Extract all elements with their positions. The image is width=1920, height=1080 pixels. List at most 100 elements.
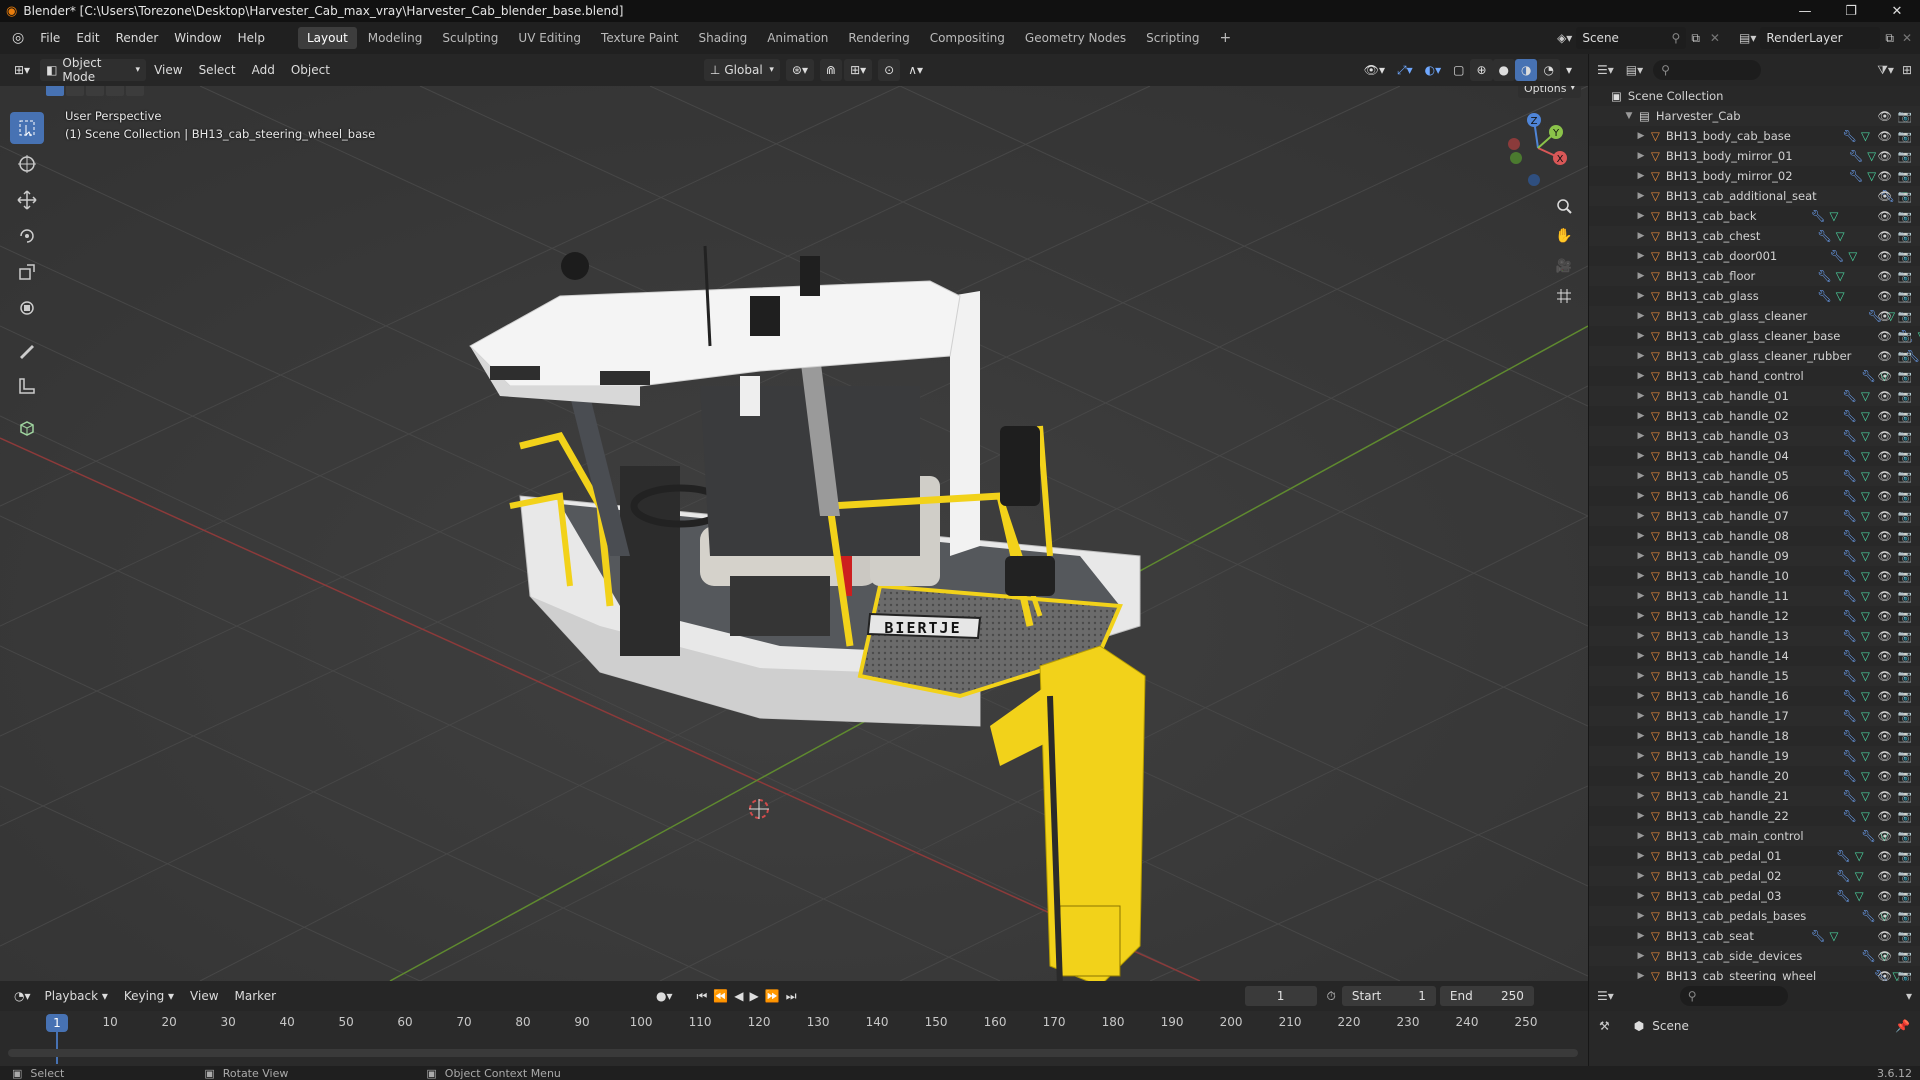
outliner-object-row[interactable]: ▶▽BH13_cab_glass_cleaner_base🔧︎▽👁📷 <box>1589 326 1920 346</box>
modifier-wrench-icon[interactable]: 🔧︎ <box>1842 529 1857 543</box>
frame-ruler[interactable]: 10 20 30 40 50 60 70 80 90 100 110 120 130 140 150 160 1… <box>0 1011 1588 1033</box>
expand-arrow-icon[interactable]: ▶ <box>1635 151 1647 161</box>
expand-arrow-icon[interactable]: ▶ <box>1635 311 1647 321</box>
properties-options-icon[interactable]: ▾ <box>1906 989 1912 1003</box>
mesh-data-icon[interactable]: ▽ <box>1861 589 1870 603</box>
expand-arrow-icon[interactable]: ▶ <box>1635 271 1647 281</box>
jump-keyframe-back-icon[interactable]: ⏪ <box>713 989 728 1003</box>
modifier-wrench-icon[interactable]: 🔧︎ <box>1817 269 1832 283</box>
properties-search-input[interactable]: ⚲ <box>1679 986 1788 1006</box>
outliner-object-row[interactable]: ▶ ▽ BH13_cab_pedal_02 🔧︎ ▽ 👁 📷 <box>1589 866 1920 886</box>
mesh-data-icon[interactable]: ▽ <box>1861 609 1870 623</box>
mesh-data-icon[interactable]: ▽ <box>1836 289 1845 303</box>
render-camera-icon[interactable]: 📷 <box>1898 349 1912 363</box>
render-camera-icon[interactable]: 📷 <box>1898 589 1912 603</box>
outliner-object-row[interactable]: ▶ ▽ BH13_cab_handle_07 🔧︎ ▽ 👁 📷 <box>1589 506 1920 526</box>
modifier-wrench-icon[interactable]: 🔧︎ <box>1811 209 1826 223</box>
tab-modeling[interactable]: Modeling <box>359 27 432 49</box>
outliner-object-row[interactable]: ▶ ▽ BH13_cab_pedal_03 🔧︎ ▽ 👁 📷 <box>1589 886 1920 906</box>
mesh-data-icon[interactable]: ▽ <box>1861 789 1870 803</box>
outliner-object-row[interactable]: ▶ ▽ BH13_cab_floor 🔧︎ ▽ 👁 📷 <box>1589 266 1920 286</box>
modifier-wrench-icon[interactable]: 🔧︎ <box>1842 649 1857 663</box>
render-camera-icon[interactable]: 📷 <box>1898 269 1912 283</box>
visibility-eye-icon[interactable]: 👁 <box>1877 429 1892 443</box>
select-box-tool-icon[interactable] <box>10 112 44 144</box>
visibility-eye-icon[interactable]: 👁 <box>1877 889 1892 903</box>
expand-arrow-icon[interactable]: ▶ <box>1635 491 1647 501</box>
expand-arrow-icon[interactable]: ▶ <box>1635 251 1647 261</box>
minimize-button[interactable]: — <box>1782 0 1828 22</box>
expand-arrow-icon[interactable]: ▶ <box>1635 551 1647 561</box>
transform-tool-icon[interactable] <box>10 292 44 324</box>
tab-scripting[interactable]: Scripting <box>1137 27 1208 49</box>
jump-end-icon[interactable]: ⏭ <box>786 989 797 1004</box>
expand-arrow-icon[interactable]: ▶ <box>1635 871 1647 881</box>
visibility-eye-icon[interactable]: 👁 <box>1877 729 1892 743</box>
menu-view[interactable]: View <box>146 54 190 86</box>
modifier-wrench-icon[interactable]: 🔧︎ <box>1842 609 1857 623</box>
select-intersect-icon[interactable] <box>126 86 144 96</box>
mesh-data-icon[interactable]: ▽ <box>1861 729 1870 743</box>
outliner-object-row[interactable]: ▶ ▽ BH13_cab_handle_16 🔧︎ ▽ 👁 📷 <box>1589 686 1920 706</box>
select-extend-icon[interactable] <box>66 86 84 96</box>
expand-arrow-icon[interactable]: ▶ <box>1635 891 1647 901</box>
jump-keyframe-forward-icon[interactable]: ⏩ <box>765 989 780 1003</box>
outliner-object-row[interactable]: ▶ ▽ BH13_cab_glass 🔧︎ ▽ 👁 📷 <box>1589 286 1920 306</box>
render-camera-icon[interactable]: 📷 <box>1898 389 1912 403</box>
pivot-point-icon[interactable]: ⊛▾ <box>785 59 814 81</box>
modifier-wrench-icon[interactable]: 🔧︎ <box>1842 489 1857 503</box>
menu-render[interactable]: Render <box>108 22 167 54</box>
mesh-data-icon[interactable]: ▽ <box>1861 629 1870 643</box>
modifier-wrench-icon[interactable]: 🔧︎ <box>1842 469 1857 483</box>
render-camera-icon[interactable]: 📷 <box>1898 829 1912 843</box>
collection-row-harvester-cab[interactable]: ▼ ▤ Harvester_Cab 👁 📷 <box>1589 106 1920 126</box>
outliner-object-row[interactable]: ▶ ▽ BH13_cab_handle_20 🔧︎ ▽ 👁 📷 <box>1589 766 1920 786</box>
menu-timeline-view[interactable]: View <box>182 980 226 1012</box>
measure-tool-icon[interactable] <box>10 370 44 402</box>
mesh-data-icon[interactable]: ▽ <box>1861 569 1870 583</box>
visibility-eye-icon[interactable]: 👁 <box>1877 289 1892 303</box>
modifier-wrench-icon[interactable]: 🔧︎ <box>1836 849 1851 863</box>
render-camera-icon[interactable]: 📷 <box>1898 469 1912 483</box>
outliner-object-row[interactable]: ▶ ▽ BH13_cab_handle_06 🔧︎ ▽ 👁 📷 <box>1589 486 1920 506</box>
pan-hand-icon[interactable]: ✋ <box>1550 222 1578 250</box>
outliner-object-row[interactable]: ▶ ▽ BH13_cab_handle_02 🔧︎ ▽ 👁 📷 <box>1589 406 1920 426</box>
outliner-object-row[interactable]: ▶ ▽ BH13_cab_main_control 🔧︎ ▽ 👁 📷 <box>1589 826 1920 846</box>
outliner-object-row[interactable]: ▶▽BH13_cab_glass_cleaner_rubber🔧︎▽👁📷 <box>1589 346 1920 366</box>
modifier-wrench-icon[interactable]: 🔧︎ <box>1861 829 1876 843</box>
new-collection-icon[interactable]: ⊞ <box>1902 63 1912 77</box>
render-camera-icon[interactable]: 📷 <box>1898 569 1912 583</box>
expand-arrow-icon[interactable]: ▶ <box>1635 711 1647 721</box>
expand-arrow-icon[interactable]: ▶ <box>1635 431 1647 441</box>
3d-cursor-icon[interactable] <box>749 799 769 819</box>
render-camera-icon[interactable]: 📷 <box>1898 369 1912 383</box>
modifier-wrench-icon[interactable]: 🔧︎ <box>1842 449 1857 463</box>
outliner-object-row[interactable]: ▶ ▽ BH13_cab_handle_15 🔧︎ ▽ 👁 📷 <box>1589 666 1920 686</box>
expand-arrow-icon[interactable]: ▶ <box>1635 471 1647 481</box>
mesh-data-icon[interactable]: ▽ <box>1830 209 1839 223</box>
outliner-object-row[interactable]: ▶ ▽ BH13_cab_handle_10 🔧︎ ▽ 👁 📷 <box>1589 566 1920 586</box>
mesh-data-icon[interactable]: ▽ <box>1836 269 1845 283</box>
visibility-eye-icon[interactable]: 👁 <box>1877 909 1892 923</box>
visibility-eye-icon[interactable]: 👁 <box>1877 629 1892 643</box>
blender-menu-icon[interactable]: ◎ <box>0 30 32 46</box>
solid-shading-icon[interactable]: ● <box>1492 59 1515 81</box>
outliner-object-row[interactable]: ▶ ▽ BH13_cab_handle_09 🔧︎ ▽ 👁 📷 <box>1589 546 1920 566</box>
visibility-eye-icon[interactable]: 👁 <box>1877 949 1892 963</box>
mesh-data-icon[interactable]: ▽ <box>1861 489 1870 503</box>
render-camera-icon[interactable]: 📷 <box>1898 729 1912 743</box>
visibility-eye-icon[interactable]: 👁 <box>1877 209 1892 223</box>
menu-select[interactable]: Select <box>191 54 244 86</box>
render-camera-icon[interactable]: 📷 <box>1898 889 1912 903</box>
transform-orientation-selector[interactable]: ⊥ Global ▾ <box>703 59 780 81</box>
expand-arrow-icon[interactable]: ▶ <box>1635 371 1647 381</box>
outliner-object-row[interactable]: ▶ ▽ BH13_cab_handle_01 🔧︎ ▽ 👁 📷 <box>1589 386 1920 406</box>
mode-selector[interactable]: ◧ Object Mode ▾ <box>40 56 147 84</box>
modifier-wrench-icon[interactable]: 🔧︎ <box>1861 909 1876 923</box>
wireframe-shading-icon[interactable]: ⊕ <box>1470 59 1493 81</box>
modifier-wrench-icon[interactable]: 🔧︎ <box>1842 389 1857 403</box>
mesh-data-icon[interactable]: ▽ <box>1861 669 1870 683</box>
expand-arrow-icon[interactable]: ▶ <box>1635 211 1647 221</box>
current-frame-field[interactable]: 1 <box>1244 986 1317 1006</box>
outliner-object-row[interactable]: ▶ ▽ BH13_cab_handle_22 🔧︎ ▽ 👁 📷 <box>1589 806 1920 826</box>
